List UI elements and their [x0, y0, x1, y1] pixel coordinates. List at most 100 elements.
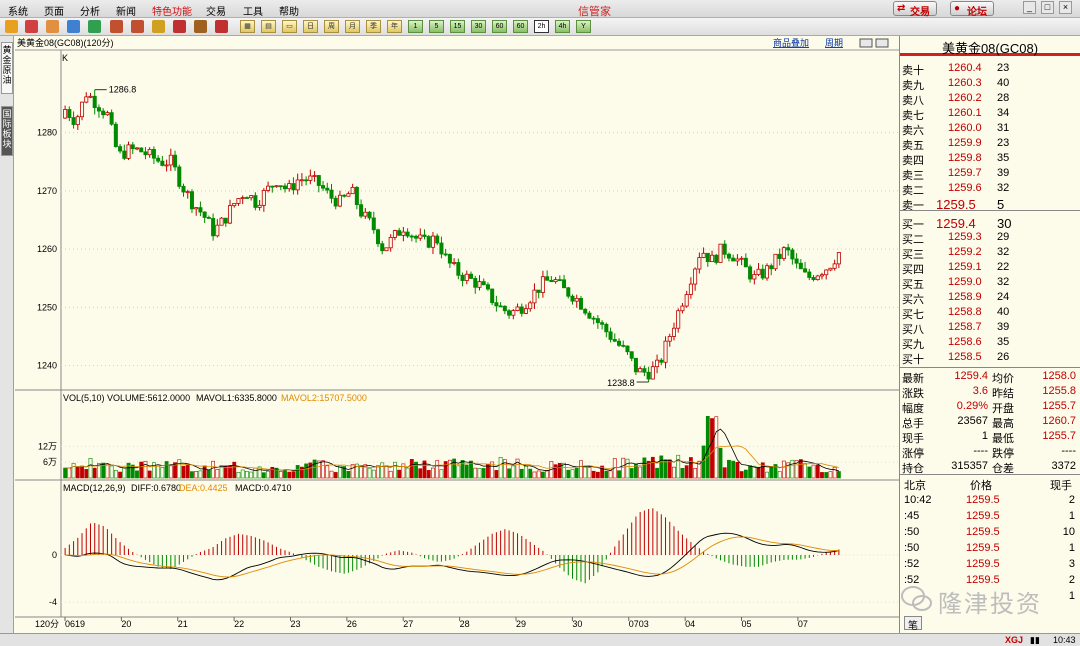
tab-international[interactable]: 国际板块: [1, 106, 13, 156]
bid-row-vol: 24: [997, 291, 1010, 303]
ask-row[interactable]: 卖九 1260.3 40: [902, 77, 1078, 92]
stat-row: 总手 23567 最高 1260.7: [902, 415, 1078, 430]
ask-row[interactable]: 卖三 1259.7 39: [902, 167, 1078, 182]
overlay-link[interactable]: 商品叠加: [773, 37, 809, 48]
brush-icon[interactable]: [194, 20, 207, 33]
candle-body: [443, 253, 448, 256]
period-button-5[interactable]: 5: [429, 20, 444, 33]
ticks-header: 北京 价格 现手: [900, 477, 1080, 492]
list-icon[interactable]: [67, 20, 80, 33]
candle-body: [756, 268, 761, 275]
bid-row[interactable]: 买六 1258.9 24: [902, 291, 1078, 306]
menu-news[interactable]: 新闻: [116, 3, 136, 18]
ask-row[interactable]: 卖四 1259.8 35: [902, 152, 1078, 167]
period-button-15[interactable]: 15: [450, 20, 465, 33]
ask-row-label: 卖四: [902, 155, 924, 167]
menu-page[interactable]: 页面: [44, 3, 64, 18]
volume-bar: [824, 472, 829, 479]
volume-bar: [135, 470, 139, 479]
period-1m-icon[interactable]: ▭: [282, 20, 297, 33]
trade-button[interactable]: ⇄ 交易: [893, 1, 937, 18]
ask-row[interactable]: 卖十 1260.4 23: [902, 62, 1078, 77]
menu-tools[interactable]: 工具: [243, 3, 263, 18]
bid-row[interactable]: 买三 1259.2 32: [902, 246, 1078, 261]
period-month-icon[interactable]: 月: [345, 20, 360, 33]
left-tab-strip: 黄金原油 国际板块: [0, 36, 14, 646]
ask-row[interactable]: 卖七 1260.1 34: [902, 107, 1078, 122]
bid-row-label: 买三: [902, 249, 924, 261]
bid-row-price: 1259.1: [948, 261, 982, 273]
refresh-icon[interactable]: [88, 20, 101, 33]
period-week-icon[interactable]: 周: [324, 20, 339, 33]
maximize-icon[interactable]: □: [1041, 1, 1054, 14]
close-icon[interactable]: ×: [1059, 1, 1072, 14]
menu-system[interactable]: 系统: [8, 3, 28, 18]
x-axis-label: 26: [347, 619, 357, 629]
volume-bar: [245, 471, 249, 479]
filter-icon[interactable]: [215, 20, 228, 33]
period-button-2h[interactable]: 2h: [534, 20, 549, 33]
candle-body: [143, 151, 148, 156]
book-icon[interactable]: [46, 20, 59, 33]
chart-area[interactable]: 美黄金08(GC08)(120分) 商品叠加 周期 K 1240 1250 1260…: [15, 36, 899, 646]
expand-icon[interactable]: [859, 38, 873, 48]
period-year-icon[interactable]: 年: [387, 20, 402, 33]
period-day-icon[interactable]: 日: [303, 20, 318, 33]
zoom-out-icon[interactable]: [131, 20, 144, 33]
period-button-4h[interactable]: 4h: [555, 20, 570, 33]
bid-row-vol: 22: [997, 261, 1010, 273]
candle-body: [168, 154, 173, 166]
period-button-60[interactable]: 60: [492, 20, 507, 33]
chart-type-icon[interactable]: ▤: [261, 20, 276, 33]
ask-row[interactable]: 卖六 1260.0 31: [902, 122, 1078, 137]
volume-bar: [447, 459, 452, 479]
kline-chart[interactable]: 美黄金08(GC08)(120分) 商品叠加 周期 K 1240 1250 1260…: [15, 36, 899, 633]
period-button-1[interactable]: 1: [408, 20, 423, 33]
tab-gold-oil[interactable]: 黄金原油: [1, 42, 13, 94]
bid-row[interactable]: 买十 1258.5 26: [902, 351, 1078, 366]
volume-bar: [460, 460, 465, 479]
candle-body: [380, 243, 385, 252]
candle-body: [392, 230, 397, 238]
tab-ticks[interactable]: 笔: [904, 616, 922, 632]
zoom-in-icon[interactable]: [110, 20, 123, 33]
ask-row[interactable]: 卖五 1259.9 23: [902, 137, 1078, 152]
home-icon[interactable]: [25, 20, 38, 33]
bid-row[interactable]: 买九 1258.6 35: [902, 336, 1078, 351]
candle-body: [760, 268, 765, 279]
period-button-60b[interactable]: 60: [513, 20, 528, 33]
chart-header: 美黄金08(GC08)(120分): [17, 37, 114, 48]
menu-help[interactable]: 帮助: [279, 3, 299, 18]
candle-body: [587, 312, 592, 319]
bid-row[interactable]: 买一 1259.4 30: [902, 216, 1078, 231]
draw-icon[interactable]: [152, 20, 165, 33]
ask-row-vol: 35: [997, 152, 1010, 164]
candle-body: [477, 281, 482, 288]
stat-v1: 3.6: [972, 385, 988, 397]
low-label: 1238.8: [607, 378, 635, 388]
cycle-link[interactable]: 周期: [825, 38, 843, 48]
collapse-icon[interactable]: [875, 38, 889, 48]
period-button-y[interactable]: Y: [576, 20, 591, 33]
period-button-30[interactable]: 30: [471, 20, 486, 33]
bid-row[interactable]: 买五 1259.0 32: [902, 276, 1078, 291]
bid-row[interactable]: 买四 1259.1 22: [902, 261, 1078, 276]
grid-icon[interactable]: ▦: [240, 20, 255, 33]
volume-bar: [655, 467, 659, 479]
ask-row[interactable]: 卖二 1259.6 32: [902, 182, 1078, 197]
menu-analysis[interactable]: 分析: [80, 3, 100, 18]
bid-row[interactable]: 买二 1259.3 29: [902, 231, 1078, 246]
period-quarter-icon[interactable]: 季: [366, 20, 381, 33]
forum-button[interactable]: ● 论坛: [950, 1, 994, 18]
ask-row[interactable]: 卖八 1260.2 28: [902, 92, 1078, 107]
candle-body: [350, 186, 355, 195]
bid-row[interactable]: 买七 1258.8 40: [902, 306, 1078, 321]
menu-trade[interactable]: 交易: [206, 3, 226, 18]
candle-body: [680, 305, 685, 312]
back-icon[interactable]: [5, 20, 18, 33]
menu-features[interactable]: 特色功能: [152, 3, 192, 18]
pen-icon[interactable]: [173, 20, 186, 33]
bid-row[interactable]: 买八 1258.7 39: [902, 321, 1078, 336]
minimize-icon[interactable]: _: [1023, 1, 1036, 14]
tick-time: :50: [904, 542, 920, 554]
